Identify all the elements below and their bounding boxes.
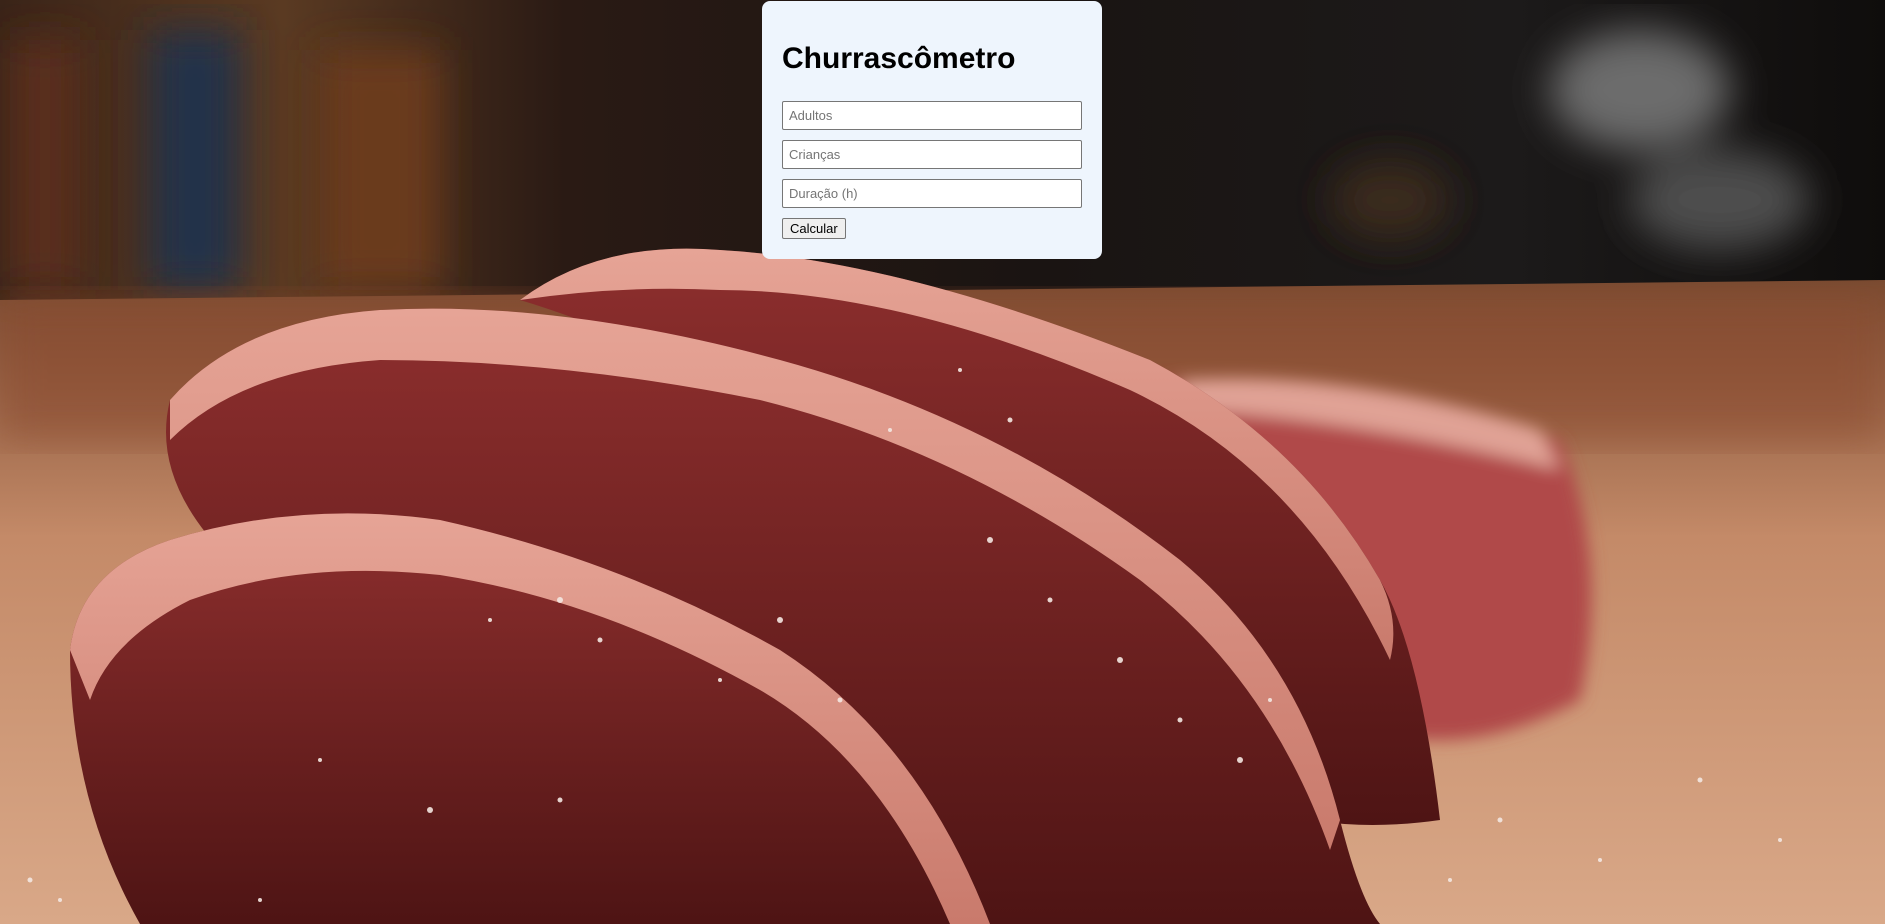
duration-input[interactable] xyxy=(782,179,1082,208)
children-input[interactable] xyxy=(782,140,1082,169)
calculator-card: Churrascômetro Calcular xyxy=(762,1,1102,259)
adults-input[interactable] xyxy=(782,101,1082,130)
calculate-button[interactable]: Calcular xyxy=(782,218,846,239)
page-title: Churrascômetro xyxy=(782,42,1016,75)
